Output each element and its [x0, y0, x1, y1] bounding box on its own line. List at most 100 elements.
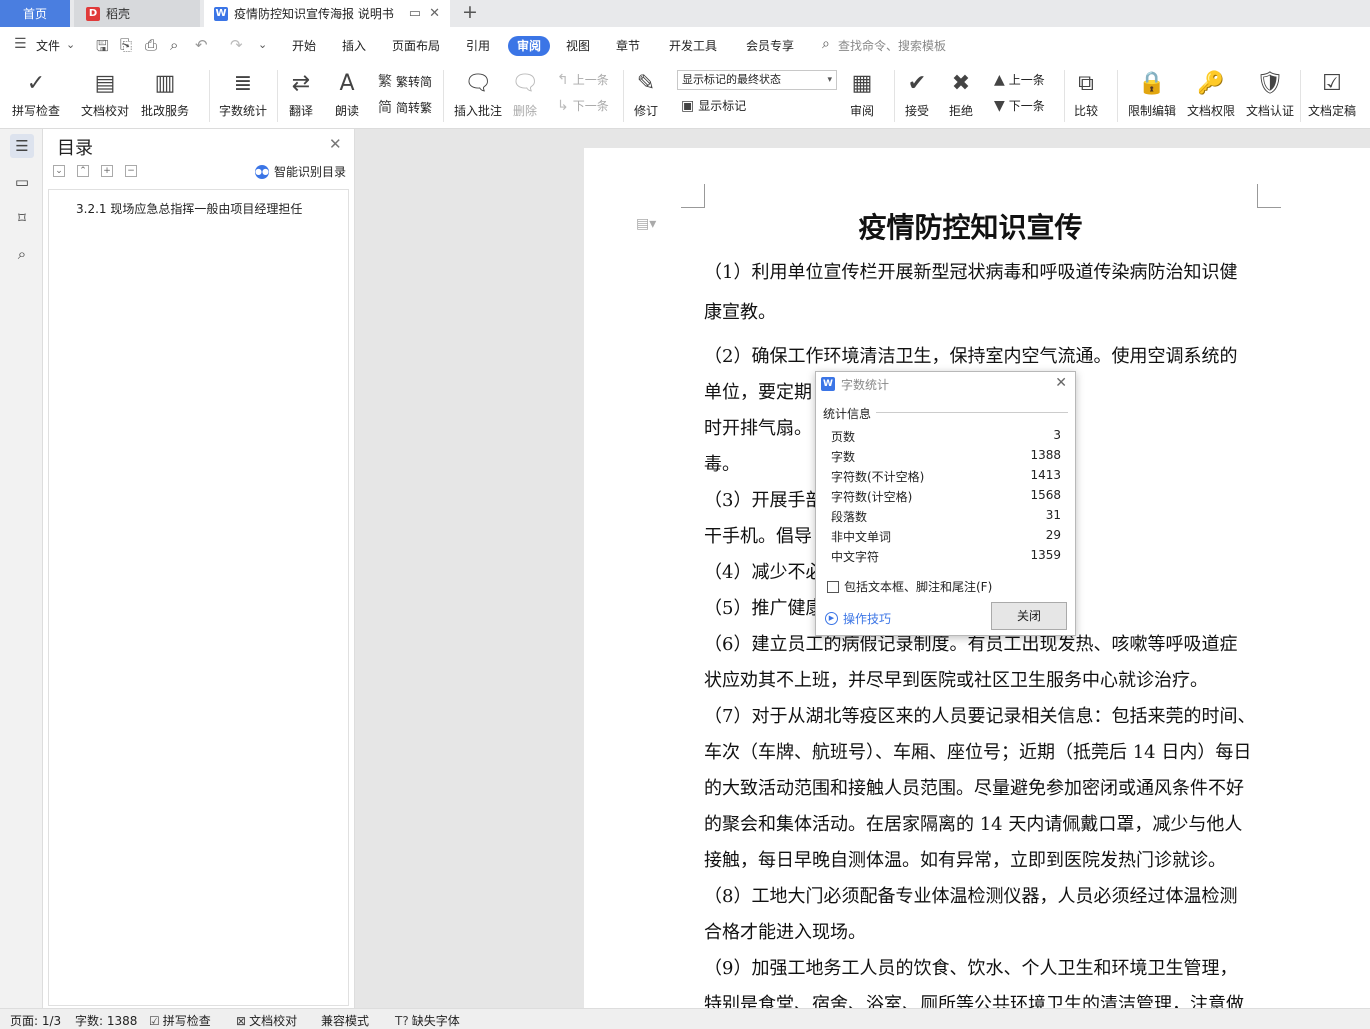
prev-comment-icon: ↰ — [557, 71, 569, 88]
save-icon[interactable]: 🖫 — [96, 36, 109, 61]
menu-member[interactable]: 会员专享 — [746, 36, 794, 56]
collapse-up-icon[interactable]: ⌃ — [77, 165, 89, 177]
play-circle-icon: ▶ — [825, 612, 838, 625]
smart-toc-label: 智能识别目录 — [274, 165, 347, 179]
paragraph-menu-icon[interactable]: ▤▾ — [636, 216, 656, 232]
stats-value: 1359 — [1030, 548, 1061, 562]
word-count-indicator[interactable]: 字数: 1388 — [75, 1012, 137, 1029]
doc-finalize-button[interactable]: ☑ 文档定稿 — [1308, 68, 1356, 119]
read-aloud-button[interactable]: A 朗读 — [334, 68, 360, 119]
review-pane-button[interactable]: ▦ 审阅 — [849, 68, 875, 119]
proofread-button[interactable]: ▤ 文档校对 — [81, 68, 129, 119]
document-line: 康宣教。 — [704, 302, 776, 323]
compare-button[interactable]: ⧉ 比较 — [1073, 68, 1099, 119]
file-menu[interactable]: 文件 — [36, 36, 60, 56]
smart-toc-button[interactable]: ●● 智能识别目录 — [255, 163, 346, 180]
dialog-header: W 字数统计 ✕ — [816, 372, 1075, 396]
stats-label: 非中文单词 — [831, 530, 892, 544]
hamburger-menu-icon[interactable]: ☰ — [14, 36, 27, 52]
close-icon[interactable]: ✕ — [329, 135, 342, 153]
reject-label: 拒绝 — [948, 104, 973, 118]
expand-down-icon[interactable]: ⌄ — [53, 165, 65, 177]
revise-service-button[interactable]: ▥ 批改服务 — [141, 68, 189, 119]
accept-button[interactable]: ✔ 接受 — [904, 68, 930, 119]
add-level-icon[interactable]: + — [101, 165, 113, 177]
stats-value: 1413 — [1030, 468, 1061, 482]
simp-to-trad-button[interactable]: 简简转繁 — [378, 97, 432, 117]
redo-icon[interactable]: ↷ — [230, 36, 243, 54]
next-change-button[interactable]: ▼ 下一条 — [994, 97, 1045, 114]
stats-label: 字符数(不计空格) — [831, 470, 925, 484]
bookmark-icon[interactable]: ⌑ — [10, 206, 34, 230]
track-changes-button[interactable]: ✎ 修订 — [633, 68, 659, 119]
trad-to-simp-button[interactable]: 繁繁转简 — [378, 71, 432, 91]
tips-link[interactable]: ▶ 操作技巧 — [825, 610, 891, 627]
menu-reference[interactable]: 引用 — [466, 36, 490, 56]
ribbon-separator — [209, 70, 210, 122]
spellcheck-icon: ✓ — [26, 70, 46, 96]
document-line: （8）工地大门必须配备专业体温检测仪器，人员必须经过体温检测 — [704, 886, 1238, 907]
wordcount-icon: ≣ — [233, 70, 253, 96]
menu-review[interactable]: 审阅 — [508, 36, 551, 56]
print-icon[interactable]: ⎙ — [145, 36, 157, 54]
delete-comment-button[interactable]: 🗨 删除 — [511, 68, 539, 119]
tab-home[interactable]: 首页 — [0, 0, 70, 27]
close-button[interactable]: 关闭 — [991, 602, 1067, 630]
toc-pane-icon[interactable]: ☰ — [10, 134, 34, 158]
reject-button[interactable]: ✖ 拒绝 — [948, 68, 974, 119]
doc-certify-button[interactable]: 🛡 文档认证 — [1246, 68, 1294, 119]
track-changes-icon: ✎ — [636, 70, 656, 96]
tab-daoke-label: 稻壳 — [106, 7, 131, 21]
show-markup-icon: ▣ — [681, 97, 695, 114]
tab-pin-icon[interactable]: ▭ — [409, 6, 421, 21]
next-comment-label: 下一条 — [572, 99, 609, 113]
menu-insert[interactable]: 插入 — [342, 36, 366, 56]
file-dropdown-icon[interactable]: ⌄ — [66, 38, 75, 51]
tab-close-icon[interactable]: ✕ — [429, 6, 440, 21]
page-indicator[interactable]: 页面: 1/3 — [10, 1012, 61, 1029]
spellcheck-button[interactable]: ✓ 拼写检查 — [12, 68, 60, 119]
title-tab-bar: 首页 D 稻壳 W 疫情防控知识宣传海报 说明书 ▭ ✕ + — [0, 0, 1370, 27]
delete-comment-icon: 🗨 — [511, 70, 539, 96]
menu-start[interactable]: 开始 — [292, 36, 316, 56]
next-comment-button[interactable]: ↳ 下一条 — [557, 97, 609, 114]
new-tab-button[interactable]: + — [462, 1, 478, 23]
doc-permission-label: 文档权限 — [1187, 104, 1236, 118]
checkbox-box[interactable] — [827, 580, 839, 593]
tab-document[interactable]: W 疫情防控知识宣传海报 说明书 ▭ ✕ — [204, 0, 450, 27]
menu-developer[interactable]: 开发工具 — [669, 36, 717, 56]
menu-chapter[interactable]: 章节 — [616, 36, 640, 56]
toc-pane: 目录 ✕ ⌄ ⌃ + − ●● 智能识别目录 3.2.1 现场应急总指挥一般由项目… — [43, 129, 355, 1008]
doc-permission-button[interactable]: 🔑 文档权限 — [1187, 68, 1235, 119]
export-pdf-icon[interactable]: ⎘ — [120, 36, 132, 54]
prev-change-button[interactable]: ▲ 上一条 — [994, 71, 1045, 88]
insert-comment-button[interactable]: 🗨 插入批注 — [454, 68, 502, 119]
show-markup-button[interactable]: ▣ 显示标记 — [681, 97, 746, 114]
dialog-title: 字数统计 — [841, 377, 890, 392]
print-preview-icon[interactable]: ⌕ — [170, 36, 178, 54]
undo-icon[interactable]: ↶ — [195, 36, 208, 54]
wordcount-button[interactable]: ≣ 字数统计 — [219, 68, 267, 119]
stats-label: 字数 — [831, 450, 856, 464]
include-textbox-checkbox[interactable]: 包括文本框、脚注和尾注(F) — [827, 578, 992, 595]
missing-font-status[interactable]: T? 缺失字体 — [395, 1012, 460, 1029]
menu-view[interactable]: 视图 — [566, 36, 590, 56]
restrict-edit-button[interactable]: 🔒 限制编辑 — [1128, 68, 1176, 119]
toc-item[interactable]: 3.2.1 现场应急总指挥一般由项目经理担任 — [76, 200, 302, 217]
chapter-nav-icon[interactable]: ▭ — [10, 170, 34, 194]
command-search[interactable]: 查找命令、搜索模板 — [838, 36, 946, 56]
proofread-status[interactable]: ⊠ 文档校对 — [236, 1012, 297, 1029]
close-icon[interactable]: ✕ — [1055, 375, 1067, 391]
markup-state-select[interactable]: 显示标记的最终状态 — [677, 70, 837, 90]
remove-level-icon[interactable]: − — [125, 165, 137, 177]
spellcheck-status[interactable]: ☑ 拼写检查 — [149, 1012, 211, 1029]
quick-access-more-icon[interactable]: ⌄ — [258, 38, 267, 51]
prev-comment-button[interactable]: ↰ 上一条 — [557, 71, 609, 88]
translate-button[interactable]: ⇄ 翻译 — [288, 68, 314, 119]
find-icon[interactable]: ⌕ — [10, 242, 34, 266]
menu-page-layout[interactable]: 页面布局 — [392, 36, 440, 56]
document-line: （2）确保工作环境清洁卫生，保持室内空气流通。使用空调系统的 — [704, 346, 1238, 367]
tips-label: 操作技巧 — [843, 612, 892, 626]
tab-daoke[interactable]: D 稻壳 — [74, 0, 200, 27]
search-icon[interactable]: ⌕ — [822, 36, 830, 52]
